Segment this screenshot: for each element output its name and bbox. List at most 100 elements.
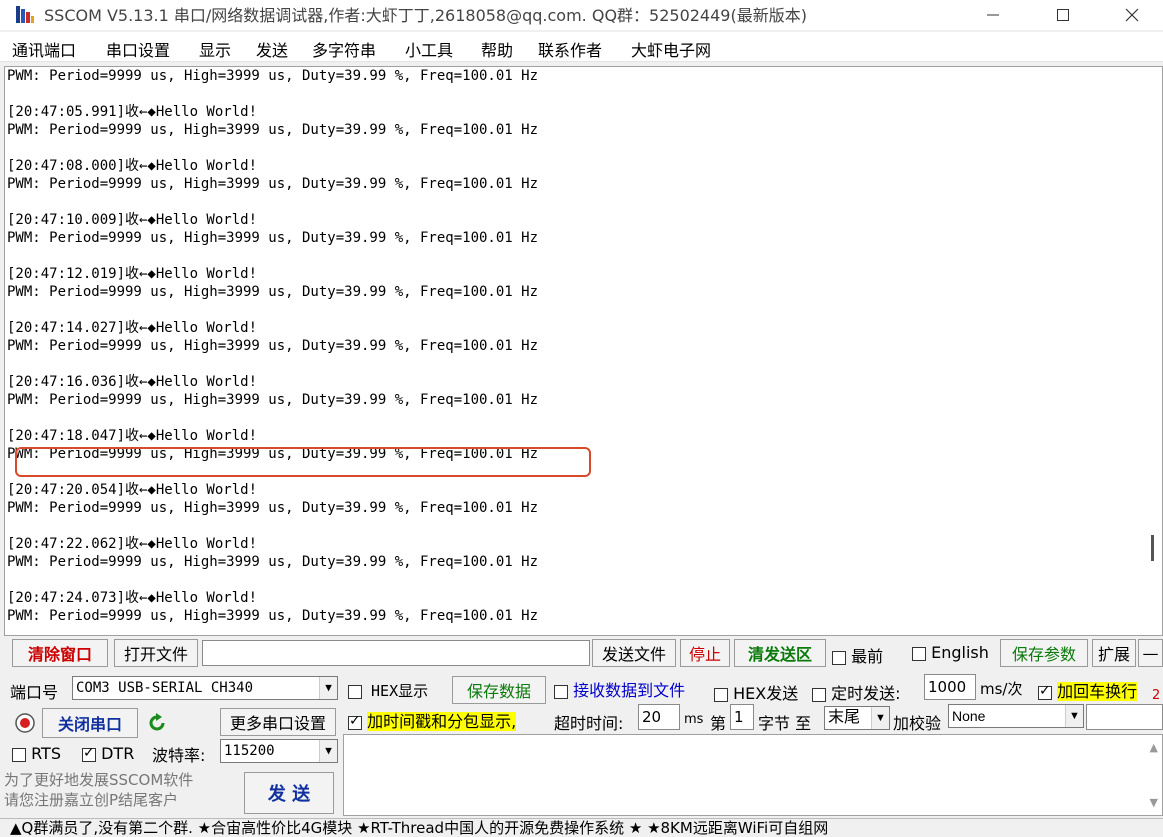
menu-item-send[interactable]: 发送 bbox=[256, 37, 288, 61]
clear-window-button[interactable]: 清除窗口 bbox=[12, 639, 108, 667]
checkbox-icon bbox=[12, 747, 26, 762]
receive-textarea[interactable]: PWM: Period=9999 us, High=3999 us, Duty=… bbox=[4, 66, 1163, 636]
checkbox-icon bbox=[348, 684, 362, 699]
save-data-button[interactable]: 保存数据 bbox=[452, 676, 546, 704]
recv-to-file-checkbox[interactable]: 接收数据到文件 bbox=[554, 677, 685, 701]
menu-item-serial-settings[interactable]: 串口设置 bbox=[106, 37, 170, 61]
save-params-button[interactable]: 保存参数 bbox=[1000, 639, 1088, 667]
timeout-input[interactable]: 20 bbox=[638, 704, 680, 730]
timestamp-checkbox[interactable]: 加时间戳和分包显示, bbox=[348, 708, 517, 732]
log-line: PWM: Period=9999 us, High=3999 us, Duty=… bbox=[7, 500, 539, 516]
port-select[interactable]: COM3 USB-SERIAL CH340 ▼ bbox=[72, 676, 338, 700]
send-file-button[interactable]: 发送文件 bbox=[592, 639, 676, 667]
minimize-button[interactable] bbox=[958, 0, 1028, 30]
refresh-icon[interactable] bbox=[146, 712, 168, 734]
port-panel: 端口号 COM3 USB-SERIAL CH340 ▼ 关闭串口 更多串口设置 … bbox=[4, 672, 338, 816]
chevron-down-icon: ▼ bbox=[1065, 705, 1083, 727]
sscom-app-icon bbox=[14, 3, 36, 25]
scroll-up-icon[interactable]: ▲ bbox=[1150, 741, 1158, 754]
log-line: [20:47:10.009]收←◆Hello World! bbox=[7, 212, 258, 228]
log-line: [20:47:08.000]收←◆Hello World! bbox=[7, 158, 258, 174]
send-button[interactable]: 发 送 bbox=[244, 772, 334, 814]
open-file-button[interactable]: 打开文件 bbox=[114, 639, 198, 667]
interval-input[interactable]: 1000 bbox=[924, 674, 976, 700]
menu-item-contact[interactable]: 联系作者 bbox=[538, 37, 602, 61]
file-path-input[interactable] bbox=[202, 640, 590, 666]
close-port-button[interactable]: 关闭串口 bbox=[42, 708, 138, 738]
toolbar-row: 清除窗口 打开文件 发送文件 停止 清发送区 最前 English 保存参数 扩… bbox=[0, 637, 1163, 669]
add-crlf-checkbox[interactable]: 加回车换行 bbox=[1038, 678, 1138, 702]
status-bar: ▲Q群满员了,没有第二个群. ★合宙高性价比4G模块 ★RT-Thread中国人… bbox=[0, 818, 1163, 837]
clear-send-button[interactable]: 清发送区 bbox=[734, 639, 826, 667]
menu-item-tools[interactable]: 小工具 bbox=[405, 37, 453, 61]
checkbox-icon bbox=[812, 687, 826, 702]
log-line: PWM: Period=9999 us, High=3999 us, Duty=… bbox=[7, 176, 539, 192]
log-line: PWM: Period=9999 us, High=3999 us, Duty=… bbox=[7, 338, 539, 354]
menu-item-comm-port[interactable]: 通讯端口 bbox=[12, 37, 76, 61]
english-checkbox[interactable]: English bbox=[912, 643, 989, 662]
port-select-value: COM3 USB-SERIAL CH340 bbox=[76, 680, 254, 696]
baud-label: 波特率: bbox=[152, 746, 206, 765]
checksum-label: 加校验 bbox=[893, 714, 942, 733]
promo-line-1: 为了更好地发展SSCOM软件 bbox=[4, 771, 194, 789]
log-line: [20:47:18.047]收←◆Hello World! bbox=[7, 428, 258, 444]
promo-text: 为了更好地发展SSCOM软件 请您注册嘉立创P结尾客户 bbox=[4, 770, 240, 810]
checksum-select[interactable]: None ▼ bbox=[948, 704, 1084, 728]
highlight-annotation bbox=[15, 447, 591, 477]
hex-send-checkbox[interactable]: HEX发送 bbox=[714, 680, 798, 704]
promo-line-2: 请您注册嘉立创P结尾客户 bbox=[4, 791, 179, 809]
bottom-panel: 端口号 COM3 USB-SERIAL CH340 ▼ 关闭串口 更多串口设置 … bbox=[0, 670, 1163, 818]
log-line: PWM: Period=9999 us, High=3999 us, Duty=… bbox=[7, 230, 539, 246]
checkbox-icon bbox=[714, 687, 728, 702]
byte-suffix: 字节 至 bbox=[758, 714, 812, 733]
maximize-button[interactable] bbox=[1028, 0, 1098, 30]
end-select[interactable]: 末尾 ▼ bbox=[824, 706, 890, 730]
log-line: PWM: Period=9999 us, High=3999 us, Duty=… bbox=[7, 68, 539, 84]
checkbox-icon bbox=[912, 646, 926, 661]
menu-item-help[interactable]: 帮助 bbox=[481, 37, 513, 61]
help-hint: 2 bbox=[1152, 688, 1161, 703]
menu-item-display[interactable]: 显示 bbox=[199, 37, 231, 61]
more-settings-button[interactable]: 更多串口设置 bbox=[220, 708, 336, 736]
baud-select[interactable]: 115200 ▼ bbox=[220, 739, 338, 763]
menu-item-website[interactable]: 大虾电子网 bbox=[631, 37, 711, 61]
timed-send-checkbox[interactable]: 定时发送: bbox=[812, 680, 901, 704]
close-button[interactable] bbox=[1097, 0, 1163, 30]
vertical-scrollbar[interactable] bbox=[1151, 535, 1154, 561]
log-line: PWM: Period=9999 us, High=3999 us, Duty=… bbox=[7, 122, 539, 138]
send-textarea[interactable]: ▲ ▼ bbox=[343, 734, 1163, 816]
topmost-checkbox[interactable]: 最前 bbox=[832, 643, 883, 667]
dtr-checkbox[interactable]: DTR bbox=[82, 744, 134, 763]
hex-display-checkbox[interactable]: HEX显示 bbox=[348, 680, 428, 701]
stop-button[interactable]: 停止 bbox=[680, 639, 730, 667]
minimize-icon bbox=[987, 14, 999, 16]
menu-item-multi-string[interactable]: 多字符串 bbox=[312, 37, 376, 61]
rts-checkbox[interactable]: RTS bbox=[12, 744, 61, 763]
expand-button[interactable]: 扩展 bbox=[1092, 639, 1136, 667]
title-bar: SSCOM V5.13.1 串口/网络数据调试器,作者:大虾丁丁,2618058… bbox=[0, 0, 1163, 30]
chevron-down-icon: ▼ bbox=[319, 677, 337, 699]
checkbox-icon bbox=[554, 684, 568, 699]
checkbox-icon bbox=[348, 713, 362, 730]
scroll-down-icon[interactable]: ▼ bbox=[1150, 796, 1158, 809]
log-line: PWM: Period=9999 us, High=3999 us, Duty=… bbox=[7, 608, 539, 624]
collapse-button[interactable]: — bbox=[1138, 639, 1163, 667]
record-icon bbox=[14, 712, 36, 734]
end-select-value: 末尾 bbox=[828, 709, 861, 726]
log-line: PWM: Period=9999 us, High=3999 us, Duty=… bbox=[7, 392, 539, 408]
maximize-icon bbox=[1057, 9, 1069, 21]
timeout-unit: ms bbox=[684, 712, 704, 727]
interval-unit: ms/次 bbox=[980, 680, 1023, 698]
log-line: [20:47:20.054]收←◆Hello World! bbox=[7, 482, 258, 498]
extra-input[interactable] bbox=[1086, 704, 1163, 730]
byte-input[interactable]: 1 bbox=[730, 704, 754, 730]
port-label: 端口号 bbox=[10, 683, 59, 702]
checkbox-icon bbox=[832, 650, 846, 665]
